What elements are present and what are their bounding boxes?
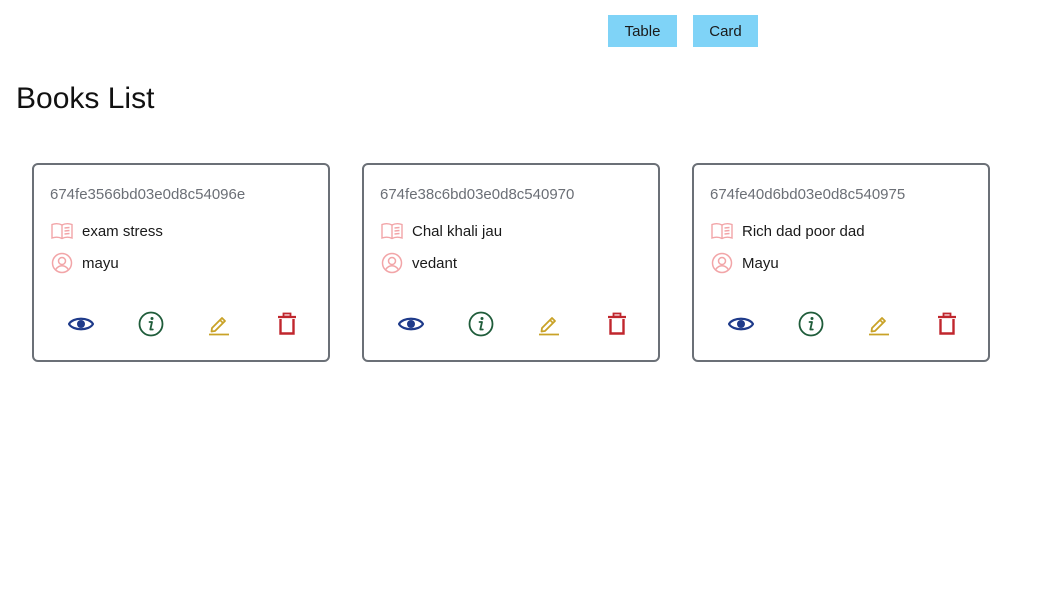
pencil-icon	[209, 317, 229, 336]
book-author-row: mayu	[50, 252, 119, 274]
user-circle-icon	[50, 252, 74, 274]
book-open-icon	[710, 220, 734, 242]
book-id: 674fe3566bd03e0d8c54096e	[50, 186, 246, 203]
book-title-row: Rich dad poor dad	[710, 220, 865, 242]
card-view-button[interactable]: Card	[693, 15, 758, 47]
book-author: mayu	[82, 254, 119, 272]
user-circle-icon	[710, 252, 734, 274]
card-actions	[34, 311, 328, 337]
book-card: 674fe38c6bd03e0d8c540970 Chal khali jau	[362, 163, 660, 362]
delete-button[interactable]	[273, 311, 301, 337]
pencil-icon	[539, 317, 559, 336]
info-button[interactable]	[467, 311, 495, 337]
delete-button[interactable]	[933, 311, 961, 337]
book-id: 674fe40d6bd03e0d8c540975	[710, 186, 906, 203]
card-actions	[694, 311, 988, 337]
delete-button[interactable]	[603, 311, 631, 337]
book-author: Mayu	[742, 254, 779, 272]
book-title: Rich dad poor dad	[742, 222, 865, 240]
view-button[interactable]	[67, 311, 95, 337]
info-button[interactable]	[797, 311, 825, 337]
trash-icon	[938, 312, 956, 335]
edit-button[interactable]	[205, 311, 233, 337]
book-open-icon	[50, 220, 74, 242]
book-open-icon	[380, 220, 404, 242]
book-title-row: exam stress	[50, 220, 163, 242]
book-title: exam stress	[82, 222, 163, 240]
view-toggle: Table Card	[608, 15, 758, 47]
edit-button[interactable]	[865, 311, 893, 337]
eye-icon	[398, 317, 424, 331]
book-author-row: Mayu	[710, 252, 779, 274]
edit-button[interactable]	[535, 311, 563, 337]
eye-icon	[68, 317, 94, 331]
info-circle-icon	[138, 311, 164, 337]
user-circle-icon	[380, 252, 404, 274]
book-card: 674fe40d6bd03e0d8c540975 Rich dad poor d…	[692, 163, 990, 362]
view-button[interactable]	[397, 311, 425, 337]
book-title: Chal khali jau	[412, 222, 503, 240]
info-circle-icon	[468, 311, 494, 337]
info-circle-icon	[798, 311, 824, 337]
page-title: Books List	[16, 82, 155, 115]
card-actions	[364, 311, 658, 337]
book-author: vedant	[412, 254, 458, 272]
book-title-row: Chal khali jau	[380, 220, 502, 242]
table-view-button[interactable]: Table	[608, 15, 677, 47]
book-id: 674fe38c6bd03e0d8c540970	[380, 186, 575, 203]
book-card: 674fe3566bd03e0d8c54096e exam stress may…	[32, 163, 330, 362]
info-button[interactable]	[137, 311, 165, 337]
eye-icon	[728, 317, 754, 331]
trash-icon	[278, 312, 296, 335]
book-author-row: vedant	[380, 252, 457, 274]
view-button[interactable]	[727, 311, 755, 337]
book-card-grid: 674fe3566bd03e0d8c54096e exam stress may…	[32, 163, 990, 362]
trash-icon	[608, 312, 626, 335]
pencil-icon	[869, 317, 889, 336]
